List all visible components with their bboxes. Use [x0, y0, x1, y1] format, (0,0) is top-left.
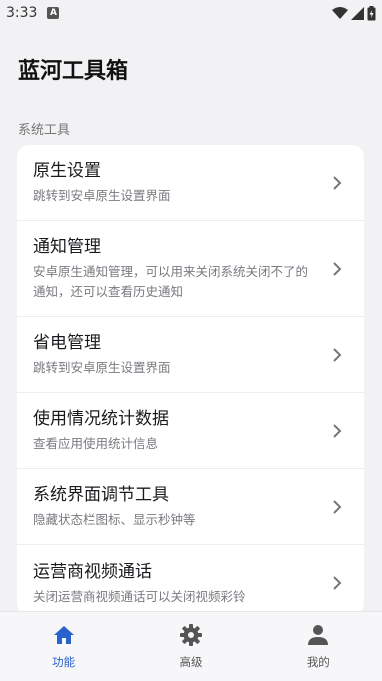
bottom-nav: 功能 高级 我的 — [0, 611, 382, 681]
signal-icon — [351, 6, 364, 20]
chevron-right-icon — [330, 423, 344, 438]
list-item-carrier-video-call[interactable]: 运营商视频通话 关闭运营商视频通话可以关闭视频彩铃 — [17, 545, 364, 615]
nav-tab-mine[interactable]: 我的 — [268, 624, 368, 670]
item-title: 通知管理 — [33, 237, 101, 257]
item-desc: 跳转到安卓原生设置界面 — [33, 360, 171, 375]
item-title: 运营商视频通话 — [33, 561, 152, 582]
chevron-right-icon — [330, 175, 344, 190]
item-title: 原生设置 — [33, 161, 101, 181]
status-time: 3:33 — [6, 5, 38, 21]
item-desc: 安卓原生通知管理，可以用来关闭系统关闭不了的通知，还可以查看历史通知 — [33, 264, 309, 299]
list-item-usage-stats[interactable]: 使用情况统计数据 查看应用使用统计信息 — [17, 393, 364, 469]
notification-a-icon: A — [47, 7, 60, 19]
nav-label: 功能 — [52, 654, 76, 669]
item-desc: 查看应用使用统计信息 — [33, 436, 159, 451]
nav-tab-advanced[interactable]: 高级 — [141, 623, 241, 670]
chevron-right-icon — [330, 499, 344, 514]
nav-tab-features[interactable]: 功能 — [14, 624, 114, 670]
status-bar: 3:33 A — [0, 0, 382, 26]
person-icon — [307, 624, 329, 646]
wifi-icon — [332, 6, 348, 19]
section-label: 系统工具 — [18, 123, 71, 138]
nav-label: 高级 — [179, 654, 203, 669]
list-item-notification-management[interactable]: 通知管理 安卓原生通知管理，可以用来关闭系统关闭不了的通知，还可以查看历史通知 — [17, 221, 364, 317]
item-title: 省电管理 — [33, 333, 101, 353]
chevron-right-icon — [330, 261, 344, 276]
nav-label: 我的 — [306, 654, 330, 669]
item-title: 使用情况统计数据 — [33, 409, 169, 429]
list-item-native-settings[interactable]: 原生设置 跳转到安卓原生设置界面 — [17, 145, 364, 221]
list-item-power-management[interactable]: 省电管理 跳转到安卓原生设置界面 — [17, 317, 364, 393]
item-title: 系统界面调节工具 — [33, 485, 169, 505]
page-title: 蓝河工具箱 — [18, 59, 129, 84]
item-desc: 关闭运营商视频通话可以关闭视频彩铃 — [33, 588, 246, 604]
chevron-right-icon — [330, 347, 344, 362]
gear-icon — [179, 623, 202, 646]
tools-card: 原生设置 跳转到安卓原生设置界面 通知管理 安卓原生通知管理，可以用来关闭系统关… — [17, 145, 364, 615]
chevron-right-icon — [330, 576, 344, 590]
list-item-system-ui-tuner[interactable]: 系统界面调节工具 隐藏状态栏图标、显示秒钟等 — [17, 469, 364, 545]
item-desc: 跳转到安卓原生设置界面 — [33, 188, 171, 203]
home-icon — [53, 624, 75, 646]
item-desc: 隐藏状态栏图标、显示秒钟等 — [33, 512, 196, 527]
battery-icon — [367, 5, 376, 20]
